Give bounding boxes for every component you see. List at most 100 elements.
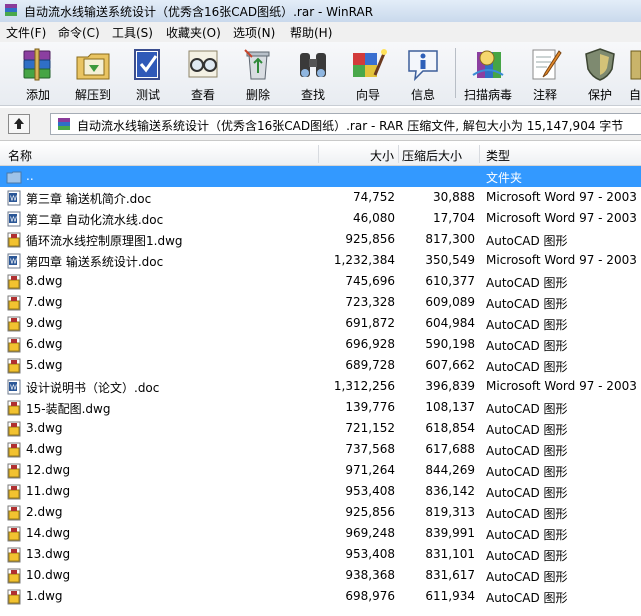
file-row[interactable]: 循环流水线控制原理图1.dwg 925,856 817,300 AutoCAD 图形 (0, 229, 641, 250)
file-row[interactable]: 4.dwg 737,568 617,688 AutoCAD 图形 (0, 439, 641, 460)
autocad-dwg-icon (7, 463, 21, 479)
virus-scan-button[interactable]: 扫描病毒 (462, 44, 514, 102)
column-packed[interactable]: 压缩后大小 (402, 147, 462, 164)
file-row[interactable]: 6.dwg 696,928 590,198 AutoCAD 图形 (0, 334, 641, 355)
file-type: AutoCAD 图形 (486, 276, 568, 290)
file-row[interactable]: 2.dwg 925,856 819,313 AutoCAD 图形 (0, 502, 641, 523)
file-row[interactable]: 8.dwg 745,696 610,377 AutoCAD 图形 (0, 271, 641, 292)
file-packed-size: 831,101 (425, 547, 475, 561)
file-packed-size: 607,662 (425, 358, 475, 372)
column-type[interactable]: 类型 (486, 147, 510, 164)
file-row[interactable]: W 第二章 自动化流水线.doc 46,080 17,704 Microsoft Wor… (0, 208, 641, 229)
info-label: 信息 (410, 88, 435, 102)
up-folder-button[interactable] (8, 114, 30, 134)
file-row[interactable]: 10.dwg 938,368 831,617 AutoCAD 图形 (0, 565, 641, 586)
info-button[interactable]: 信息 (397, 44, 449, 102)
menu-file[interactable]: 文件(F) (6, 24, 46, 41)
file-packed-size: 618,854 (425, 421, 475, 435)
file-row[interactable]: 11.dwg 953,408 836,142 AutoCAD 图形 (0, 481, 641, 502)
delete-label: 删除 (245, 88, 270, 102)
menu-bar: 文件(F) 命令(C) 工具(S) 收藏夹(O) 选项(N) 帮助(H) (0, 22, 641, 42)
file-row[interactable]: 15-装配图.dwg 139,776 108,137 AutoCAD 图形 (0, 397, 641, 418)
file-row[interactable]: 13.dwg 953,408 831,101 AutoCAD 图形 (0, 544, 641, 565)
file-type: AutoCAD 图形 (486, 318, 568, 332)
folder-up-icon (6, 171, 22, 184)
file-name: 第二章 自动化流水线.doc (26, 213, 164, 227)
file-list[interactable]: .. 文件夹 W 第三章 输送机简介.doc 74,752 30,888 Microsoft… (0, 166, 641, 616)
file-row[interactable]: W 设计说明书（论文）.doc 1,312,256 396,839 Microsoft … (0, 376, 641, 397)
extract-to-button[interactable]: 解压到 (67, 44, 119, 102)
file-type: AutoCAD 图形 (486, 528, 568, 542)
file-name: 10.dwg (26, 568, 71, 582)
file-size: 139,776 (345, 400, 395, 414)
menu-favorites[interactable]: 收藏夹(O) (166, 24, 221, 41)
delete-button[interactable]: 删除 (232, 44, 284, 102)
comment-button[interactable]: 注释 (519, 44, 571, 102)
svg-text:W: W (10, 216, 17, 224)
file-row[interactable]: 3.dwg 721,152 618,854 AutoCAD 图形 (0, 418, 641, 439)
file-packed-size: 17,704 (433, 211, 475, 225)
file-size: 969,248 (345, 526, 395, 540)
file-type: AutoCAD 图形 (486, 402, 568, 416)
file-size: 953,408 (345, 547, 395, 561)
sfx-button[interactable]: 自 (629, 44, 641, 102)
file-name: .. (26, 169, 34, 183)
menu-help[interactable]: 帮助(H) (290, 24, 332, 41)
protect-button[interactable]: 保护 (574, 44, 626, 102)
file-type: AutoCAD 图形 (486, 444, 568, 458)
toolbar-separator (455, 48, 456, 98)
menu-options[interactable]: 选项(N) (233, 24, 275, 41)
find-button[interactable]: 查找 (287, 44, 339, 102)
view-button[interactable]: 查看 (177, 44, 229, 102)
file-type: AutoCAD 图形 (486, 591, 568, 605)
comment-label: 注释 (532, 88, 557, 102)
column-divider (479, 145, 480, 163)
file-packed-size: 604,984 (425, 316, 475, 330)
file-type: AutoCAD 图形 (486, 234, 568, 248)
view-glasses-icon (188, 50, 218, 78)
file-name: 1.dwg (26, 589, 63, 603)
parent-folder-row[interactable]: .. 文件夹 (0, 166, 641, 187)
wizard-button[interactable]: 向导 (342, 44, 394, 102)
add-button[interactable]: 添加 (12, 44, 64, 102)
file-size: 938,368 (345, 568, 395, 582)
file-row[interactable]: 12.dwg 971,264 844,269 AutoCAD 图形 (0, 460, 641, 481)
file-size: 1,232,384 (333, 253, 395, 267)
word-doc-icon: W (7, 190, 21, 206)
file-name: 设计说明书（论文）.doc (26, 381, 160, 395)
file-type: AutoCAD 图形 (486, 423, 568, 437)
file-type: AutoCAD 图形 (486, 360, 568, 374)
file-row[interactable]: W 第三章 输送机简介.doc 74,752 30,888 Microsoft Word… (0, 187, 641, 208)
autocad-dwg-icon (7, 232, 21, 248)
file-row[interactable]: 14.dwg 969,248 839,991 AutoCAD 图形 (0, 523, 641, 544)
file-row[interactable]: 9.dwg 691,872 604,984 AutoCAD 图形 (0, 313, 641, 334)
test-button[interactable]: 测试 (122, 44, 174, 102)
file-type: AutoCAD 图形 (486, 486, 568, 500)
extract-to-label: 解压到 (74, 88, 111, 102)
file-packed-size: 617,688 (425, 442, 475, 456)
autocad-dwg-icon (7, 295, 21, 311)
autocad-dwg-icon (7, 400, 21, 416)
word-doc-icon: W (7, 211, 21, 227)
test-label: 测试 (135, 88, 160, 102)
file-packed-size: 350,549 (425, 253, 475, 267)
file-row[interactable]: 1.dwg 698,976 611,934 AutoCAD 图形 (0, 586, 641, 607)
file-size: 1,312,256 (333, 379, 395, 393)
file-row[interactable]: 5.dwg 689,728 607,662 AutoCAD 图形 (0, 355, 641, 376)
file-name: 11.dwg (26, 484, 71, 498)
file-size: 689,728 (345, 358, 395, 372)
file-row[interactable]: 7.dwg 723,328 609,089 AutoCAD 图形 (0, 292, 641, 313)
wizard-icon (353, 49, 387, 77)
file-name: 12.dwg (26, 463, 71, 477)
delete-recycle-icon (244, 49, 270, 80)
autocad-dwg-icon (7, 589, 21, 605)
menu-tools[interactable]: 工具(S) (112, 24, 153, 41)
file-row[interactable]: W 第四章 输送系统设计.doc 1,232,384 350,549 Microsoft… (0, 250, 641, 271)
column-size[interactable]: 大小 (370, 147, 394, 164)
menu-commands[interactable]: 命令(C) (58, 24, 100, 41)
column-name[interactable]: 名称 (8, 147, 32, 164)
protect-label: 保护 (587, 88, 612, 102)
archive-path-field[interactable]: 自动流水线输送系统设计（优秀含16张CAD图纸）.rar - RAR 压缩文件,… (50, 113, 641, 135)
test-check-icon (134, 49, 160, 80)
file-type: Microsoft Word 97 - 2003 (486, 211, 637, 225)
